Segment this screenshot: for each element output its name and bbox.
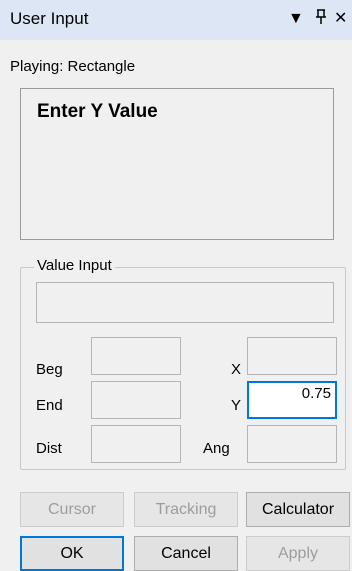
prompt-text: Enter Y Value	[37, 101, 158, 122]
cursor-button[interactable]: Cursor	[20, 492, 124, 527]
beg-field[interactable]	[91, 337, 181, 375]
ang-label: Ang	[203, 440, 230, 457]
y-label: Y	[231, 397, 242, 414]
window-title: User Input	[10, 9, 89, 28]
pin-icon[interactable]	[314, 9, 328, 31]
value-input-field[interactable]	[36, 282, 334, 323]
apply-button[interactable]: Apply	[246, 536, 350, 571]
chevron-down-icon[interactable]: ▼	[288, 9, 304, 29]
x-field[interactable]	[247, 337, 337, 375]
beg-label: Beg	[36, 361, 63, 378]
x-label: X	[231, 361, 242, 378]
dist-label: Dist	[36, 440, 62, 457]
y-field[interactable]: 0.75	[247, 381, 337, 419]
end-field[interactable]	[91, 381, 181, 419]
close-icon[interactable]: ✕	[334, 9, 347, 29]
prompt-box: Enter Y Value	[20, 88, 334, 240]
value-input-label: Value Input	[34, 257, 115, 274]
end-label: End	[36, 397, 63, 414]
calculator-button[interactable]: Calculator	[246, 492, 350, 527]
ok-button[interactable]: OK	[20, 536, 124, 571]
playing-status: Playing: Rectangle	[10, 58, 136, 75]
dist-field[interactable]	[91, 425, 181, 463]
cancel-button[interactable]: Cancel	[134, 536, 238, 571]
ang-field[interactable]	[247, 425, 337, 463]
tracking-button[interactable]: Tracking	[134, 492, 238, 527]
